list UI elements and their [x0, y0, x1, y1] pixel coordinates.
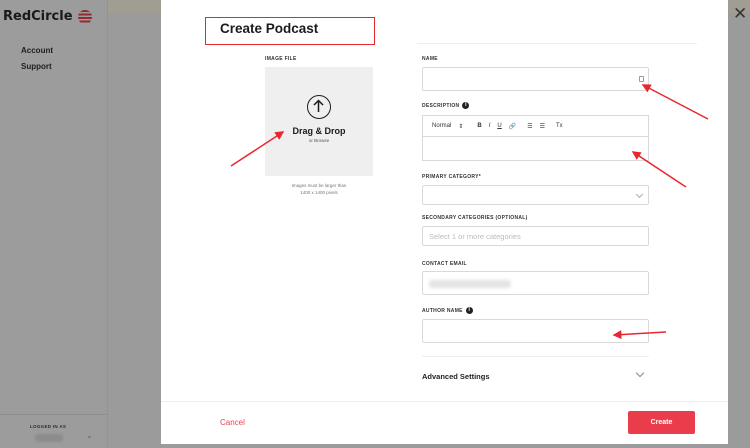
- browse-link[interactable]: or Browse: [265, 138, 373, 143]
- modal-title: Create Podcast: [220, 21, 319, 36]
- cancel-button[interactable]: Cancel: [220, 418, 245, 427]
- rich-text-toolbar: Normal ⇕ B I U 🔗 ☰ ☰ Tx: [422, 115, 649, 136]
- advanced-divider: [422, 356, 649, 357]
- primary-category-select[interactable]: [422, 185, 649, 205]
- secondary-placeholder: Select 1 or more categories: [429, 232, 521, 241]
- primary-category-label: PRIMARY CATEGORY*: [422, 174, 481, 180]
- secondary-categories-select[interactable]: Select 1 or more categories: [422, 226, 649, 246]
- image-hint-line-1: Images must be larger than: [291, 183, 347, 188]
- contact-email-label: CONTACT EMAIL: [422, 261, 467, 267]
- image-file-label: IMAGE FILE: [265, 56, 297, 62]
- create-podcast-modal: Create Podcast IMAGE FILE Drag & Drop or…: [161, 0, 728, 444]
- email-value-blurred: [429, 280, 511, 288]
- description-label: DESCRIPTION: [422, 102, 460, 109]
- title-divider: [417, 43, 697, 44]
- description-label-row: DESCRIPTION i: [422, 102, 470, 109]
- footer-divider: [161, 401, 728, 402]
- field-list-icon: [639, 76, 644, 82]
- name-input[interactable]: [422, 67, 649, 91]
- advanced-settings-toggle[interactable]: Advanced Settings: [422, 372, 490, 381]
- secondary-categories-label: SECONDARY CATEGORIES (OPTIONAL): [422, 215, 528, 221]
- image-size-hint: Images must be larger than 1400 x 1400 p…: [265, 182, 373, 196]
- toolbar-link-icon[interactable]: 🔗: [509, 123, 516, 130]
- drag-drop-label: Drag & Drop: [292, 126, 346, 136]
- author-name-label-row: AUTHOR NAME i: [422, 307, 473, 314]
- upload-arrow-icon: [307, 95, 331, 119]
- toolbar-ordered-list-icon[interactable]: ☰: [527, 123, 532, 130]
- chevron-down-icon[interactable]: [635, 368, 645, 378]
- info-icon[interactable]: i: [465, 307, 473, 314]
- author-name-label: AUTHOR NAME: [422, 307, 463, 314]
- toolbar-clear-format-icon[interactable]: Tx: [556, 123, 563, 129]
- chevron-down-icon: [635, 190, 644, 199]
- toolbar-italic-button[interactable]: I: [489, 123, 491, 129]
- toolbar-format-chevron-icon[interactable]: ⇕: [458, 123, 463, 130]
- image-dropzone[interactable]: Drag & Drop or Browse: [265, 67, 373, 176]
- name-label: NAME: [422, 56, 438, 62]
- toolbar-bold-button[interactable]: B: [477, 123, 481, 129]
- contact-email-input[interactable]: [422, 271, 649, 295]
- toolbar-format-select[interactable]: Normal: [432, 123, 451, 129]
- description-editor[interactable]: [422, 136, 649, 161]
- close-icon[interactable]: ✕: [733, 6, 747, 23]
- create-button[interactable]: Create: [628, 411, 695, 434]
- toolbar-underline-button[interactable]: U: [497, 123, 501, 129]
- image-hint-line-2: 1400 x 1400 pixels: [300, 190, 338, 195]
- info-icon[interactable]: i: [462, 102, 470, 109]
- author-name-input[interactable]: [422, 319, 649, 343]
- toolbar-bullet-list-icon[interactable]: ☰: [540, 123, 545, 130]
